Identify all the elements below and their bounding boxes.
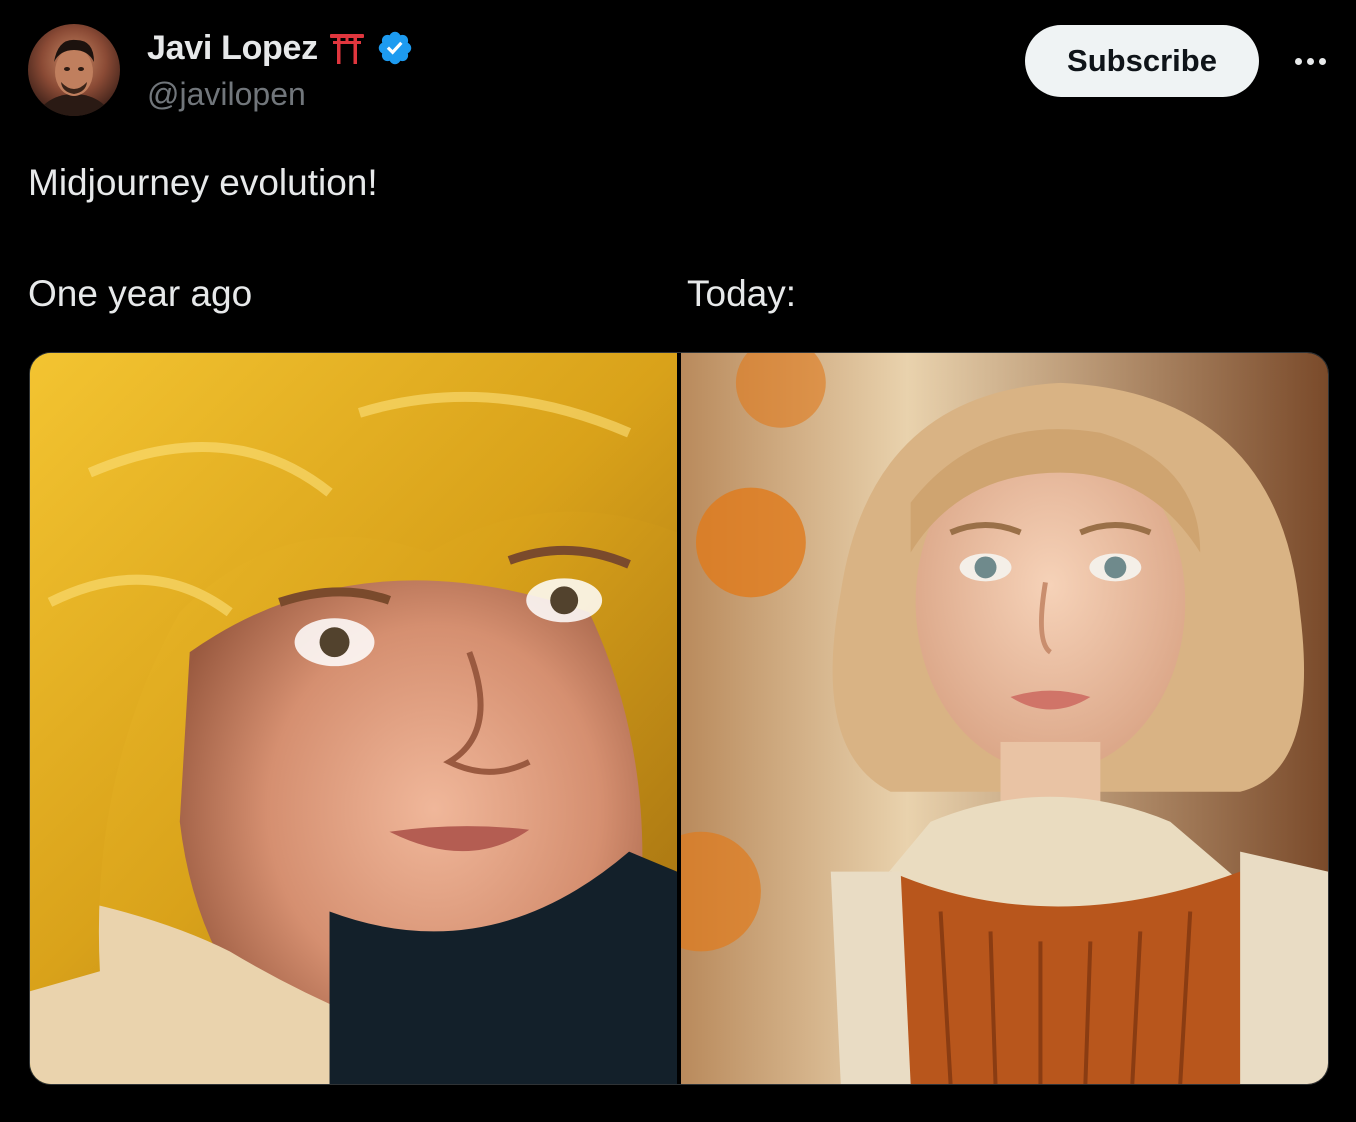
tweet: Javi Lopez @javilopen Subscribe Midjourn…	[0, 0, 1356, 1122]
media-image-left[interactable]	[30, 353, 677, 1084]
more-dot	[1306, 57, 1314, 65]
photoreal-portrait-image	[681, 353, 1328, 1084]
avatar-portrait	[36, 39, 112, 116]
verified-badge-icon[interactable]	[376, 29, 414, 67]
caption-left: One year ago	[28, 273, 253, 314]
post-text: Midjourney evolution!	[28, 162, 378, 203]
painted-portrait-image	[30, 353, 677, 1084]
display-name[interactable]: Javi Lopez	[147, 29, 318, 68]
media-image-right[interactable]	[681, 353, 1328, 1084]
author-handle[interactable]: @javilopen	[147, 76, 306, 113]
caption-right: Today:	[687, 273, 797, 314]
author-name-row: Javi Lopez	[147, 28, 414, 68]
more-dot	[1318, 57, 1326, 65]
more-horizontal-icon[interactable]	[1288, 44, 1332, 78]
media-grid[interactable]	[29, 352, 1329, 1085]
avatar[interactable]	[28, 24, 120, 116]
more-dot	[1294, 57, 1302, 65]
torii-gate-icon	[329, 34, 364, 64]
subscribe-button[interactable]: Subscribe	[1025, 25, 1259, 97]
